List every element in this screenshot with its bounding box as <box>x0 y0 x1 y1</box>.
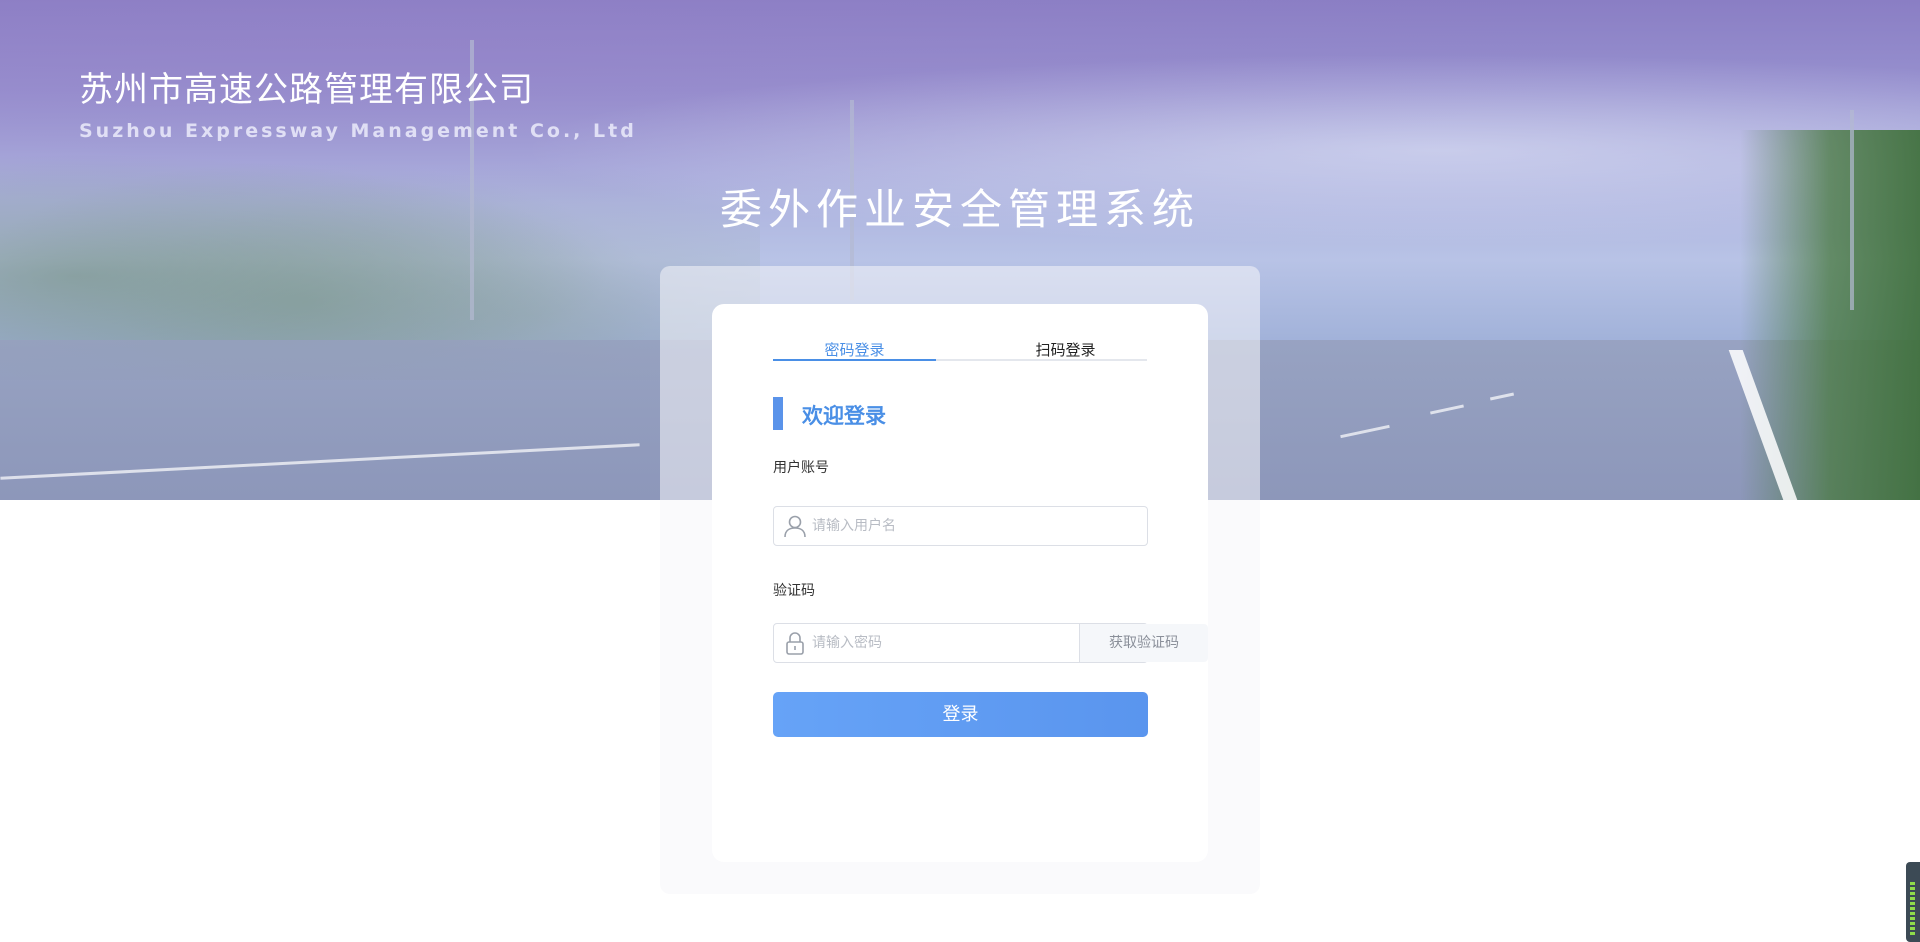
username-field <box>773 506 1148 546</box>
company-name-cn: 苏州市高速公路管理有限公司 <box>79 70 534 110</box>
username-input[interactable] <box>812 507 1132 545</box>
lock-icon <box>782 630 808 656</box>
code-field: 获取验证码 <box>773 623 1208 663</box>
welcome-heading: 欢迎登录 <box>802 404 886 428</box>
tab-password-login[interactable]: 密码登录 <box>773 339 936 361</box>
code-input[interactable] <box>812 624 1074 662</box>
login-button[interactable]: 登录 <box>773 692 1148 737</box>
login-card: 密码登录 扫码登录 欢迎登录 用户账号 验证码 获取验证码 登录 <box>712 304 1208 862</box>
username-label: 用户账号 <box>773 460 829 476</box>
user-icon <box>782 513 808 539</box>
get-code-button[interactable]: 获取验证码 <box>1079 624 1208 662</box>
side-widget[interactable] <box>1906 862 1920 942</box>
welcome-accent-bar <box>773 397 783 430</box>
company-name-en: Suzhou Expressway Management Co., Ltd <box>79 120 637 142</box>
system-title: 委外作业安全管理系统 <box>719 185 1200 234</box>
login-tabs: 密码登录 扫码登录 <box>773 339 1147 361</box>
code-label: 验证码 <box>773 583 815 599</box>
signal-bars-icon <box>1910 882 1915 936</box>
active-tab-indicator <box>773 359 936 361</box>
tab-qrcode-login[interactable]: 扫码登录 <box>984 339 1147 361</box>
